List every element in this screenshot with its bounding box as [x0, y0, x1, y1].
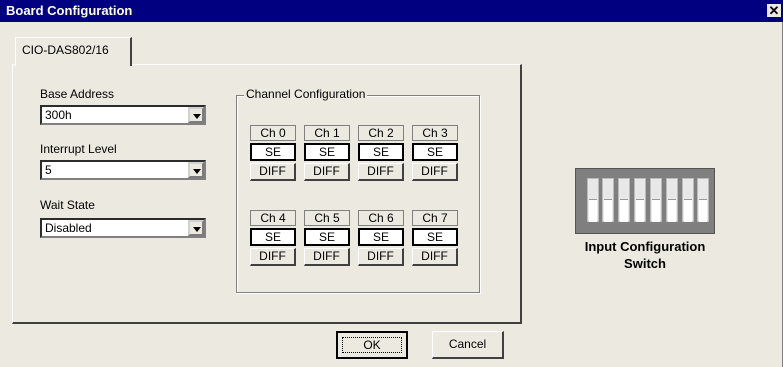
- channel-label: Ch 4: [250, 210, 296, 226]
- title-bar[interactable]: Board Configuration ✕: [0, 0, 783, 22]
- wait-state-value: Disabled: [45, 221, 92, 235]
- switch-label-line1: Input Configuration: [584, 239, 706, 254]
- interrupt-level-label: Interrupt Level: [40, 142, 117, 156]
- ok-button[interactable]: OK: [336, 331, 408, 359]
- cancel-button-label: Cancel: [448, 337, 487, 351]
- dip-switch-slot: [650, 178, 662, 222]
- channel-7-se-button[interactable]: SE: [412, 228, 458, 246]
- channel-7-diff-button[interactable]: DIFF: [412, 248, 458, 266]
- dip-switch-slot: [666, 178, 678, 222]
- base-address-value: 300h: [45, 108, 72, 122]
- dip-switch-slot: [682, 178, 694, 222]
- switch-label-line2: Switch: [624, 256, 666, 271]
- channel-5-se-button[interactable]: SE: [304, 228, 350, 246]
- base-address-select[interactable]: 300h: [40, 105, 206, 125]
- channel-2-diff-button[interactable]: DIFF: [358, 163, 404, 181]
- base-address-label: Base Address: [40, 87, 115, 101]
- dip-switch-slot: [602, 178, 614, 222]
- chevron-down-icon[interactable]: [188, 162, 204, 178]
- channel-4-se-button[interactable]: SE: [250, 228, 296, 246]
- wait-state-select[interactable]: Disabled: [40, 218, 206, 238]
- channel-4-diff-button[interactable]: DIFF: [250, 248, 296, 266]
- tab-cio-das802-16[interactable]: CIO-DAS802/16: [15, 37, 132, 66]
- input-configuration-switch-label: Input Configuration Switch: [575, 238, 715, 272]
- tab-label: CIO-DAS802/16: [22, 43, 109, 57]
- channel-label: Ch 7: [412, 210, 458, 226]
- cancel-button[interactable]: Cancel: [432, 331, 504, 359]
- interrupt-level-select[interactable]: 5: [40, 160, 206, 180]
- channel-0-diff-button[interactable]: DIFF: [250, 163, 296, 181]
- channel-configuration-title: Channel Configuration: [244, 87, 368, 101]
- board-configuration-dialog: Board Configuration ✕ CIO-DAS802/16 Base…: [0, 0, 783, 367]
- close-button[interactable]: ✕: [767, 4, 781, 17]
- channel-label: Ch 1: [304, 125, 350, 141]
- channel-1-diff-button[interactable]: DIFF: [304, 163, 350, 181]
- interrupt-level-value: 5: [45, 163, 52, 177]
- channel-6-se-button[interactable]: SE: [358, 228, 404, 246]
- window-title: Board Configuration: [6, 3, 133, 18]
- channel-3-diff-button[interactable]: DIFF: [412, 163, 458, 181]
- channel-label: Ch 6: [358, 210, 404, 226]
- channel-5-diff-button[interactable]: DIFF: [304, 248, 350, 266]
- dip-switch-slot: [697, 178, 709, 222]
- chevron-down-icon[interactable]: [188, 107, 204, 123]
- channel-label: Ch 3: [412, 125, 458, 141]
- channel-0-se-button[interactable]: SE: [250, 143, 296, 161]
- dip-switch-slot: [618, 178, 630, 222]
- channel-3-se-button[interactable]: SE: [412, 143, 458, 161]
- input-configuration-switch-icon: [575, 168, 715, 234]
- dip-switch-slot: [587, 178, 599, 222]
- channel-label: Ch 0: [250, 125, 296, 141]
- wait-state-label: Wait State: [40, 198, 95, 212]
- channel-label: Ch 2: [358, 125, 404, 141]
- channel-label: Ch 5: [304, 210, 350, 226]
- channel-1-se-button[interactable]: SE: [304, 143, 350, 161]
- focus-ring: [342, 337, 402, 353]
- chevron-down-icon[interactable]: [188, 220, 204, 236]
- channel-2-se-button[interactable]: SE: [358, 143, 404, 161]
- dip-switch-slot: [634, 178, 646, 222]
- channel-6-diff-button[interactable]: DIFF: [358, 248, 404, 266]
